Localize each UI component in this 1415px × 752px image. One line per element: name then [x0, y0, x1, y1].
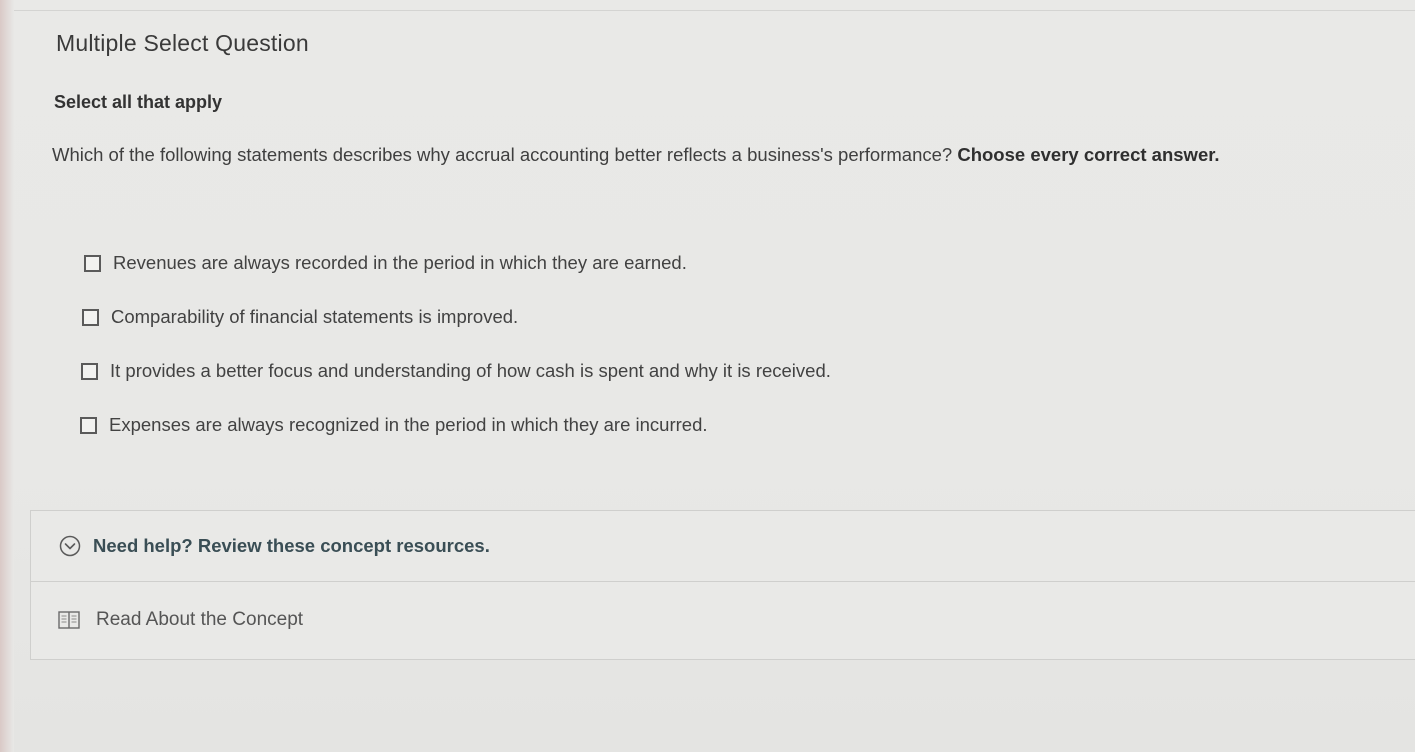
window-edge — [0, 0, 14, 752]
answer-option[interactable]: It provides a better focus and understan… — [81, 358, 831, 384]
help-toggle[interactable]: Need help? Review these concept resource… — [31, 511, 1415, 582]
checkbox[interactable] — [80, 416, 97, 434]
question-type-title: Multiple Select Question — [56, 30, 309, 56]
answer-option-label: It provides a better focus and understan… — [110, 360, 831, 381]
instruction-text: Select all that apply — [54, 92, 223, 112]
answer-option[interactable]: Comparability of financial statements is… — [82, 304, 831, 330]
chevron-down-circle-icon — [59, 535, 81, 557]
checkbox[interactable] — [82, 308, 99, 326]
book-icon — [58, 610, 80, 630]
answer-options: Revenues are always recorded in the peri… — [80, 250, 831, 466]
answer-option[interactable]: Expenses are always recognized in the pe… — [80, 412, 831, 438]
checkbox[interactable] — [81, 362, 98, 380]
question-prompt: Which of the following statements descri… — [52, 144, 1220, 166]
answer-option-label: Expenses are always recognized in the pe… — [109, 414, 708, 435]
checkbox[interactable] — [84, 254, 101, 272]
help-toggle-label: Need help? Review these concept resource… — [93, 535, 490, 556]
answer-option-label: Comparability of financial statements is… — [111, 306, 519, 327]
question-page: Multiple Select Question Select all that… — [0, 0, 1415, 752]
question-prompt-emphasis: Choose every correct answer. — [957, 144, 1220, 165]
answer-option[interactable]: Revenues are always recorded in the peri… — [84, 250, 831, 276]
top-divider — [14, 10, 1415, 11]
question-prompt-text: Which of the following statements descri… — [52, 144, 953, 165]
answer-option-label: Revenues are always recorded in the peri… — [113, 252, 687, 273]
read-about-concept-link[interactable]: Read About the Concept — [31, 582, 1415, 658]
read-about-concept-label: Read About the Concept — [96, 609, 304, 630]
concept-resources-panel: Need help? Review these concept resource… — [30, 510, 1415, 660]
